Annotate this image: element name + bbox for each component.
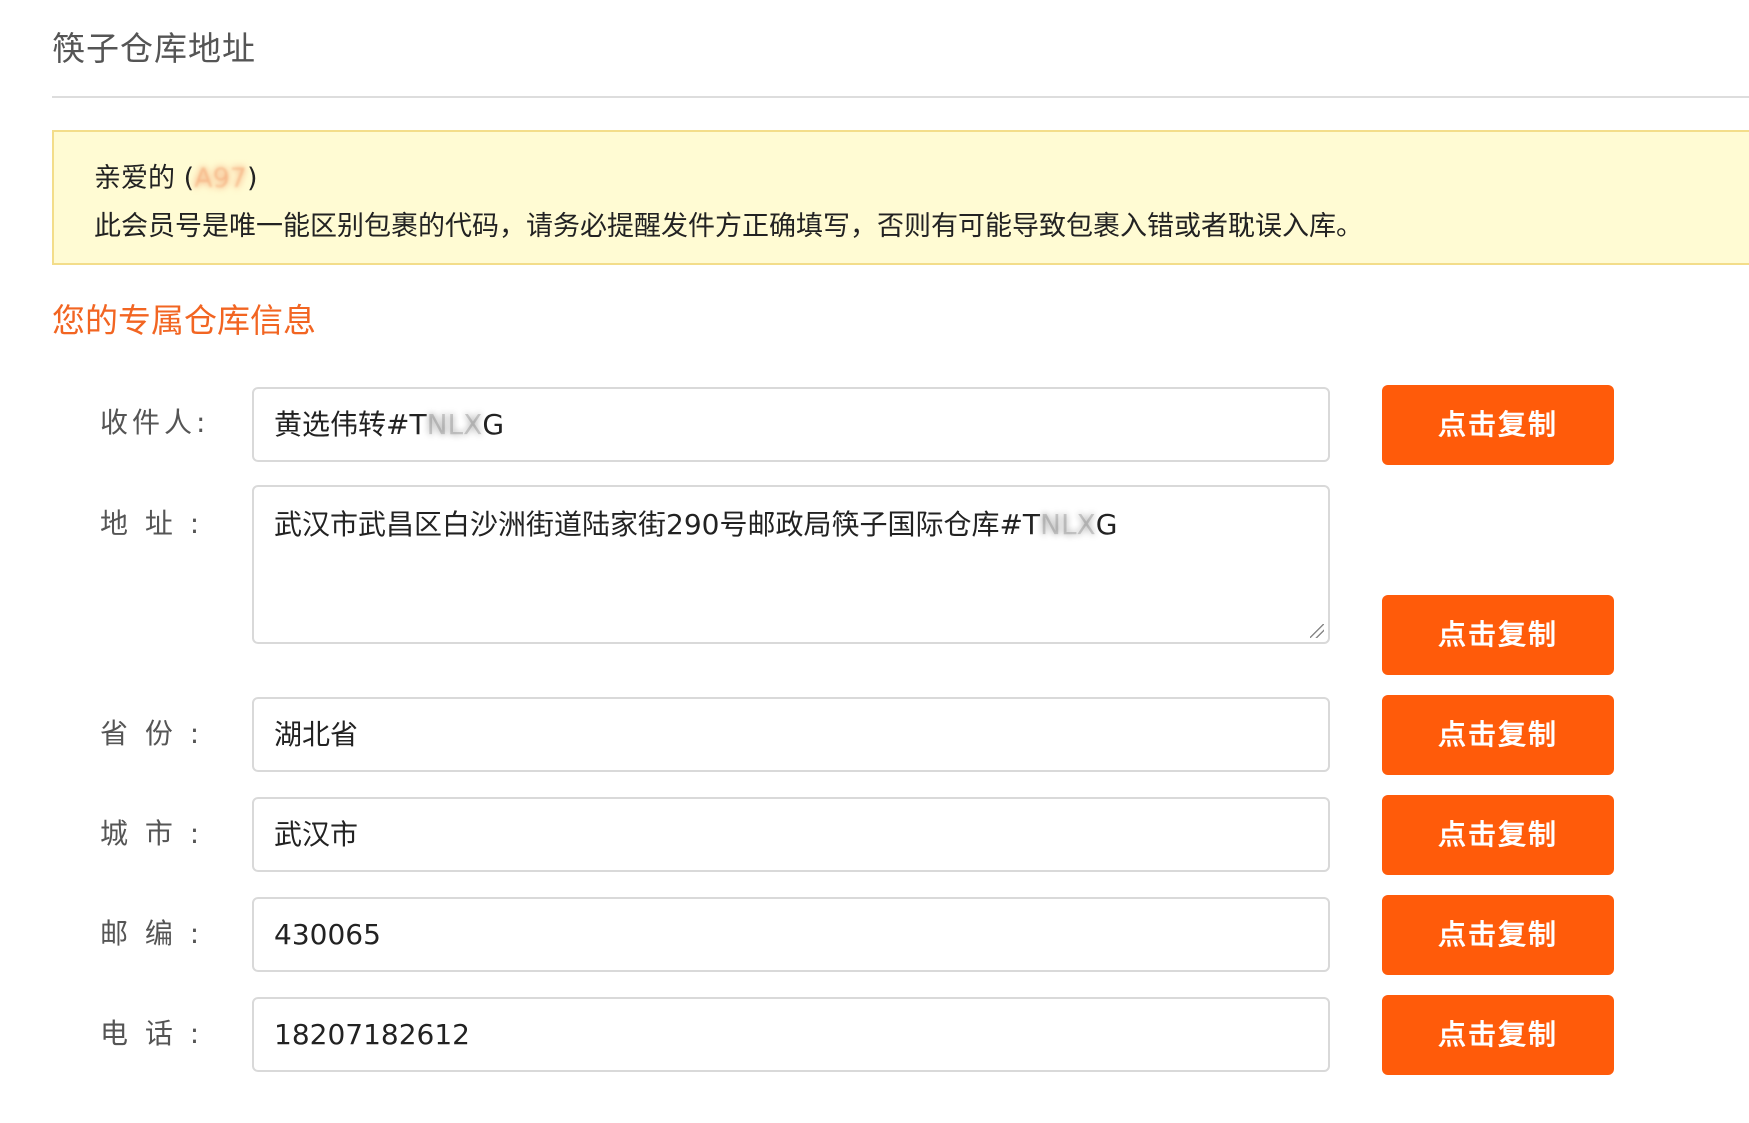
- recipient-value-suffix: G: [482, 408, 505, 441]
- postcode-label: 邮 编 :: [100, 917, 204, 950]
- city-field[interactable]: 武汉市: [252, 797, 1330, 872]
- address-value-prefix: 武汉市武昌区白沙洲街道陆家街290号邮政局筷子国际仓库#T: [274, 508, 1041, 541]
- phone-field[interactable]: 18207182612: [252, 997, 1330, 1072]
- member-id-redacted: A97: [194, 163, 247, 194]
- copy-address-button[interactable]: 点击复制: [1382, 595, 1614, 675]
- greeting-suffix: ): [246, 163, 258, 194]
- copy-postcode-button[interactable]: 点击复制: [1382, 895, 1614, 975]
- page-title: 筷子仓库地址: [52, 29, 256, 68]
- city-label: 城 市 :: [100, 817, 204, 850]
- resize-grip-icon[interactable]: [1310, 624, 1324, 638]
- copy-province-button[interactable]: 点击复制: [1382, 695, 1614, 775]
- postcode-field[interactable]: 430065: [252, 897, 1330, 972]
- address-redacted: NLX: [1040, 508, 1096, 541]
- address-value-suffix: G: [1095, 508, 1118, 541]
- province-label: 省 份 :: [100, 717, 204, 750]
- notice-greeting: 亲爱的 (A97): [94, 156, 258, 195]
- greeting-prefix: 亲爱的 (: [94, 163, 195, 194]
- phone-label: 电 话 :: [100, 1017, 204, 1050]
- section-title: 您的专属仓库信息: [52, 301, 316, 340]
- recipient-redacted: NLX: [426, 408, 483, 441]
- province-field[interactable]: 湖北省: [252, 697, 1330, 772]
- notice-message: 此会员号是唯一能区别包裹的代码，请务必提醒发件方正确填写，否则有可能导致包裹入错…: [94, 211, 1363, 242]
- warehouse-address-page: 筷子仓库地址 亲爱的 (A97) 此会员号是唯一能区别包裹的代码，请务必提醒发件…: [0, 0, 1749, 1123]
- notice-box: 亲爱的 (A97) 此会员号是唯一能区别包裹的代码，请务必提醒发件方正确填写，否…: [52, 130, 1749, 265]
- copy-phone-button[interactable]: 点击复制: [1382, 995, 1614, 1075]
- recipient-label: 收件人:: [100, 406, 210, 439]
- copy-recipient-button[interactable]: 点击复制: [1382, 385, 1614, 465]
- address-textarea[interactable]: 武汉市武昌区白沙洲街道陆家街290号邮政局筷子国际仓库#TNLXG: [252, 485, 1330, 644]
- copy-city-button[interactable]: 点击复制: [1382, 795, 1614, 875]
- title-divider: [52, 96, 1749, 98]
- recipient-field[interactable]: 黄选伟转#TNLXG: [252, 387, 1330, 462]
- address-label: 地 址 :: [100, 507, 204, 540]
- recipient-value-prefix: 黄选伟转#T: [274, 408, 427, 441]
